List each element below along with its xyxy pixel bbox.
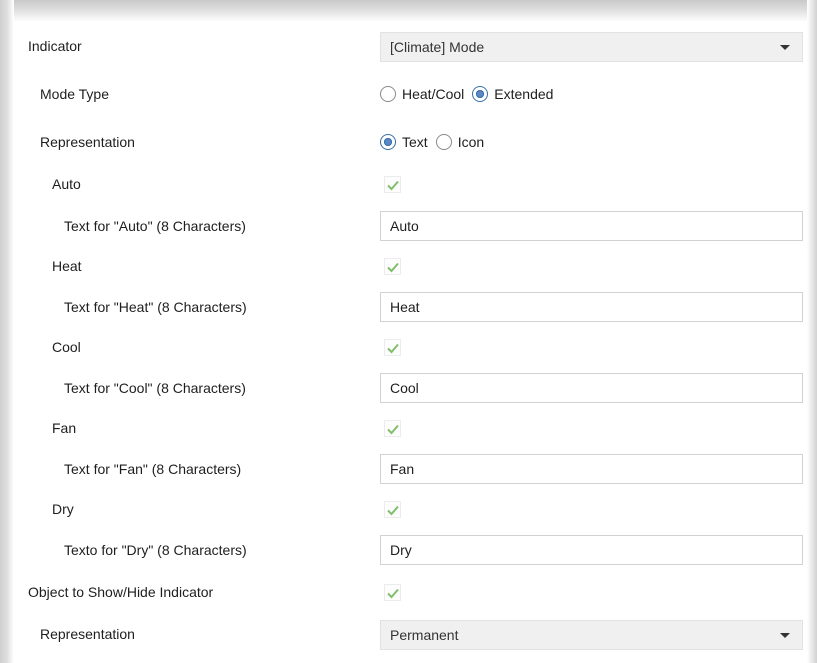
object-show-hide-label: Object to Show/Hide Indicator bbox=[28, 584, 214, 600]
text-heat-label: Text for "Heat" (8 Characters) bbox=[64, 299, 247, 315]
mode-heat-label: Heat bbox=[52, 258, 82, 274]
text-auto-input[interactable]: Auto bbox=[380, 211, 803, 241]
text-auto-value: Auto bbox=[390, 218, 419, 234]
parameters-panel: Indicator [Climate] Mode Mode Type Heat/… bbox=[14, 22, 807, 663]
radio-heat-cool[interactable]: Heat/Cool bbox=[380, 86, 464, 102]
radio-circle-selected-icon bbox=[380, 134, 396, 150]
text-dry-label: Texto for "Dry" (8 Characters) bbox=[64, 542, 247, 558]
text-heat-row: Text for "Heat" (8 Characters) Heat bbox=[14, 287, 807, 327]
mode-dry-row: Dry bbox=[14, 489, 807, 529]
mode-cool-checkbox[interactable] bbox=[384, 339, 401, 356]
mode-type-row: Mode Type Heat/Cool Extended bbox=[14, 74, 807, 114]
indicator-dropdown[interactable]: [Climate] Mode bbox=[380, 32, 803, 62]
text-heat-value: Heat bbox=[390, 299, 420, 315]
text-dry-row: Texto for "Dry" (8 Characters) Dry bbox=[14, 530, 807, 570]
mode-heat-row: Heat bbox=[14, 246, 807, 286]
text-auto-label: Text for "Auto" (8 Characters) bbox=[64, 218, 246, 234]
check-mark-icon bbox=[387, 180, 399, 191]
radio-circle-selected-icon bbox=[472, 86, 489, 102]
check-mark-icon bbox=[387, 588, 399, 599]
text-auto-row: Text for "Auto" (8 Characters) Auto bbox=[14, 206, 807, 246]
window-shadow-right bbox=[807, 0, 817, 663]
mode-dry-label: Dry bbox=[52, 501, 74, 517]
mode-auto-label: Auto bbox=[52, 176, 81, 192]
indicator-value: [Climate] Mode bbox=[390, 39, 485, 55]
text-fan-row: Text for "Fan" (8 Characters) Fan bbox=[14, 449, 807, 489]
radio-text[interactable]: Text bbox=[380, 134, 428, 150]
radio-extended[interactable]: Extended bbox=[472, 86, 553, 102]
representation-permanent-label: Representation bbox=[40, 626, 135, 642]
representation-permanent-dropdown[interactable]: Permanent bbox=[380, 620, 803, 650]
text-cool-label: Text for "Cool" (8 Characters) bbox=[64, 380, 246, 396]
window-shadow-left bbox=[0, 0, 14, 663]
window-shadow-top bbox=[0, 0, 817, 22]
radio-heat-cool-label: Heat/Cool bbox=[402, 86, 465, 102]
text-dry-value: Dry bbox=[390, 542, 412, 558]
indicator-label: Indicator bbox=[28, 38, 82, 54]
check-mark-icon bbox=[387, 505, 399, 516]
radio-circle-icon bbox=[435, 134, 452, 150]
text-cool-input[interactable]: Cool bbox=[380, 373, 803, 403]
text-cool-value: Cool bbox=[390, 380, 419, 396]
text-dry-input[interactable]: Dry bbox=[380, 535, 803, 565]
text-heat-input[interactable]: Heat bbox=[380, 292, 803, 322]
mode-auto-row: Auto bbox=[14, 164, 807, 204]
text-fan-input[interactable]: Fan bbox=[380, 454, 803, 484]
mode-cool-label: Cool bbox=[52, 339, 81, 355]
mode-fan-checkbox[interactable] bbox=[384, 420, 401, 437]
text-fan-value: Fan bbox=[390, 461, 415, 477]
mode-type-label: Mode Type bbox=[40, 86, 110, 102]
mode-fan-row: Fan bbox=[14, 408, 807, 448]
mode-type-radio-group: Heat/Cool Extended bbox=[380, 74, 561, 114]
object-show-hide-checkbox[interactable] bbox=[384, 584, 401, 601]
mode-dry-checkbox[interactable] bbox=[384, 501, 401, 518]
radio-extended-label: Extended bbox=[494, 86, 554, 102]
window-frame: Indicator [Climate] Mode Mode Type Heat/… bbox=[0, 0, 817, 663]
mode-heat-checkbox[interactable] bbox=[384, 258, 401, 275]
chevron-down-icon bbox=[780, 45, 790, 50]
mode-fan-label: Fan bbox=[52, 420, 77, 436]
representation-permanent-value: Permanent bbox=[390, 627, 459, 643]
object-show-hide-row: Object to Show/Hide Indicator bbox=[14, 572, 807, 612]
check-mark-icon bbox=[387, 262, 399, 273]
radio-icon-label: Icon bbox=[457, 134, 485, 150]
mode-auto-checkbox[interactable] bbox=[384, 176, 401, 193]
representation-row: Representation Text Icon bbox=[14, 122, 807, 162]
representation-label: Representation bbox=[40, 134, 135, 150]
indicator-row: Indicator [Climate] Mode bbox=[14, 26, 807, 66]
text-cool-row: Text for "Cool" (8 Characters) Cool bbox=[14, 368, 807, 408]
representation-radio-group: Text Icon bbox=[380, 122, 492, 162]
mode-cool-row: Cool bbox=[14, 327, 807, 367]
representation-permanent-row: Representation Permanent bbox=[14, 614, 807, 654]
check-mark-icon bbox=[387, 424, 399, 435]
radio-text-label: Text bbox=[402, 134, 428, 150]
radio-icon[interactable]: Icon bbox=[435, 134, 485, 150]
text-fan-label: Text for "Fan" (8 Characters) bbox=[64, 461, 242, 477]
radio-circle-icon bbox=[380, 86, 396, 102]
check-mark-icon bbox=[387, 343, 399, 354]
chevron-down-icon bbox=[780, 633, 790, 638]
